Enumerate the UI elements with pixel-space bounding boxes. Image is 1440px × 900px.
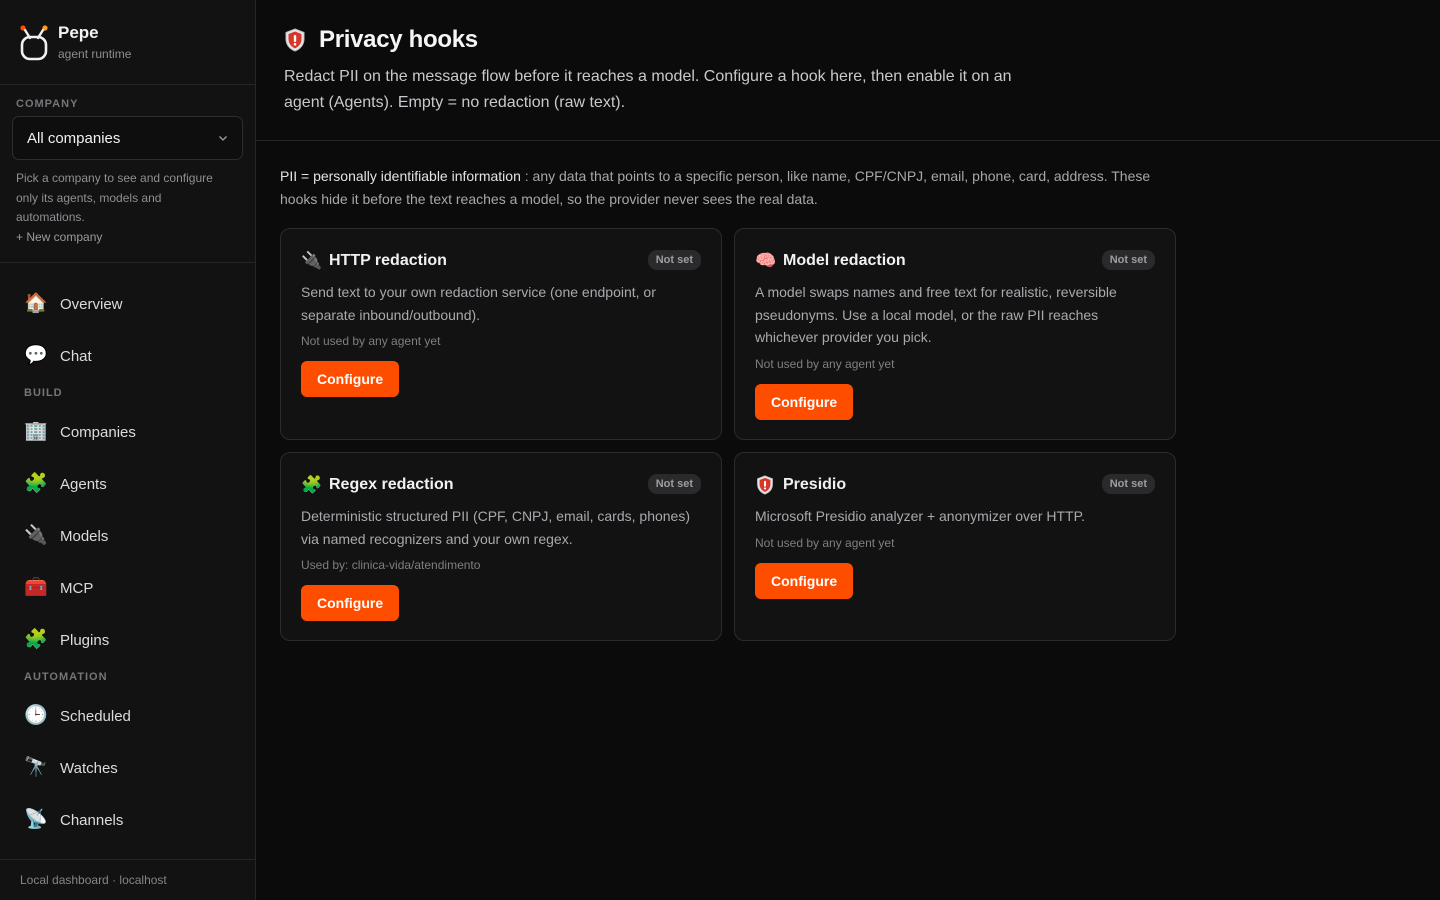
brand-name: Pepe [58,22,99,42]
sidebar-item-scheduled[interactable]: 🕒 Scheduled [12,695,243,737]
card-usage: Used by: clinica-vida/atendimento [301,558,481,572]
hook-cards-grid: 🔌 HTTP redaction Not set Send text to yo… [280,228,1416,641]
brand-subtitle: agent runtime [58,46,132,61]
satellite-icon: 📡 [24,809,48,830]
sidebar-item-channels[interactable]: 📡 Channels [12,799,243,841]
speech-bubble-icon: 💬 [24,345,48,366]
sidebar-item-label: Channels [60,811,124,829]
page-description: Redact PII on the message flow before it… [284,68,1012,111]
hook-card-presidio: Presidio Not set Microsoft Presidio anal… [734,452,1176,641]
status-badge: Not set [647,250,701,270]
hook-card-model: 🧠 Model redaction Not set A model swaps … [734,228,1176,440]
card-header: 🔌 HTTP redaction [301,249,701,273]
puzzle-icon: 🧩 [24,629,48,650]
sidebar-item-label: Plugins [60,631,110,649]
sidebar-item-mcp[interactable]: 🧰 MCP [12,567,243,609]
sidebar-item-companies[interactable]: 🏢 Companies [12,411,243,453]
sidebar: Pepe agent runtime COMPANY All companies… [0,0,256,900]
card-header: 🧠 Model redaction [755,249,1155,273]
sidebar-item-agents[interactable]: 🧩 Agents [12,463,243,505]
brand[interactable]: Pepe agent runtime [0,0,255,85]
sidebar-item-label: Watches [60,759,118,777]
company-help-text: Pick a company to see and configure only… [16,171,213,224]
puzzle-icon: 🧩 [301,475,323,494]
hook-card-http: 🔌 HTTP redaction Not set Send text to yo… [280,228,722,440]
card-title: Regex redaction [329,476,454,493]
sidebar-item-chat[interactable]: 💬 Chat [12,335,243,377]
brain-icon: 🧠 [755,251,777,270]
card-usage: Not used by any agent yet [301,334,441,348]
office-building-icon: 🏢 [24,421,48,442]
configure-button[interactable]: Configure [755,383,854,420]
configure-button[interactable]: Configure [301,585,400,621]
sidebar-item-models[interactable]: 🔌 Models [12,515,243,557]
build-section-label: BUILD [24,387,63,399]
toolbox-icon: 🧰 [24,577,48,598]
company-picker-section: COMPANY All companies Pick a company to … [0,85,255,263]
new-company-link[interactable]: + New company [12,230,243,244]
card-usage: Not used by any agent yet [755,535,895,550]
sidebar-item-label: Companies [60,423,136,441]
sidebar-item-label: Agents [60,475,107,493]
configure-button[interactable]: Configure [301,361,400,397]
card-header: Presidio [755,473,1155,497]
card-usage: Not used by any agent yet [755,356,895,371]
card-description: Microsoft Presidio analyzer + anonymizer… [755,508,1086,524]
card-title: HTTP redaction [329,252,447,269]
telescope-icon: 🔭 [24,757,48,778]
sidebar-item-label: Scheduled [60,707,131,725]
hook-card-regex: 🧩 Regex redaction Not set Deterministic … [280,452,722,641]
title-row: Privacy hooks [284,26,1412,54]
sidebar-item-label: MCP [60,579,94,597]
sidebar-item-label: Chat [60,347,92,365]
shield-icon [757,475,773,495]
pii-note: PII = personally identifiable informatio… [280,165,1160,211]
status-badge: Not set [647,474,701,494]
card-description: A model swaps names and free text for re… [755,284,1117,345]
sidebar-nav: 🏠 Overview 💬 Chat BUILD 🏢 Companies 🧩 Ag… [0,263,255,841]
clock-icon: 🕒 [24,705,48,726]
house-icon: 🏠 [24,293,48,314]
status-badge: Not set [1101,250,1155,270]
chevron-down-icon [219,136,227,141]
card-title: Presidio [783,476,847,493]
card-header: 🧩 Regex redaction [301,473,701,497]
company-select-value: All companies [27,129,121,147]
sidebar-item-label: Overview [60,295,123,313]
hooks-section: PII = personally identifiable informatio… [256,141,1440,641]
card-description: Send text to your own redaction service … [301,284,656,323]
pii-note-term: PII = personally identifiable informatio… [280,168,521,184]
puzzle-icon: 🧩 [24,473,48,494]
company-select[interactable]: All companies [12,116,243,160]
plug-icon: 🔌 [24,525,48,546]
page-header: Privacy hooks Redact PII on the message … [256,0,1440,141]
plug-icon: 🔌 [301,251,323,270]
company-section-label: COMPANY [16,98,79,110]
card-description: Deterministic structured PII (CPF, CNPJ,… [301,508,691,547]
brand-logo-icon [20,25,48,61]
sidebar-item-watches[interactable]: 🔭 Watches [12,747,243,789]
card-title: Model redaction [783,252,906,269]
sidebar-item-label: Models [60,527,109,545]
status-badge: Not set [1101,474,1155,494]
sidebar-item-overview[interactable]: 🏠 Overview [12,283,243,325]
sidebar-item-plugins[interactable]: 🧩 Plugins [12,619,243,661]
shield-icon [285,28,305,52]
configure-button[interactable]: Configure [755,562,854,599]
page-title: Privacy hooks [319,26,478,53]
main-content: Privacy hooks Redact PII on the message … [256,0,1440,900]
automation-section-label: AUTOMATION [24,671,108,683]
sidebar-footer: Local dashboard · localhost [0,859,255,900]
